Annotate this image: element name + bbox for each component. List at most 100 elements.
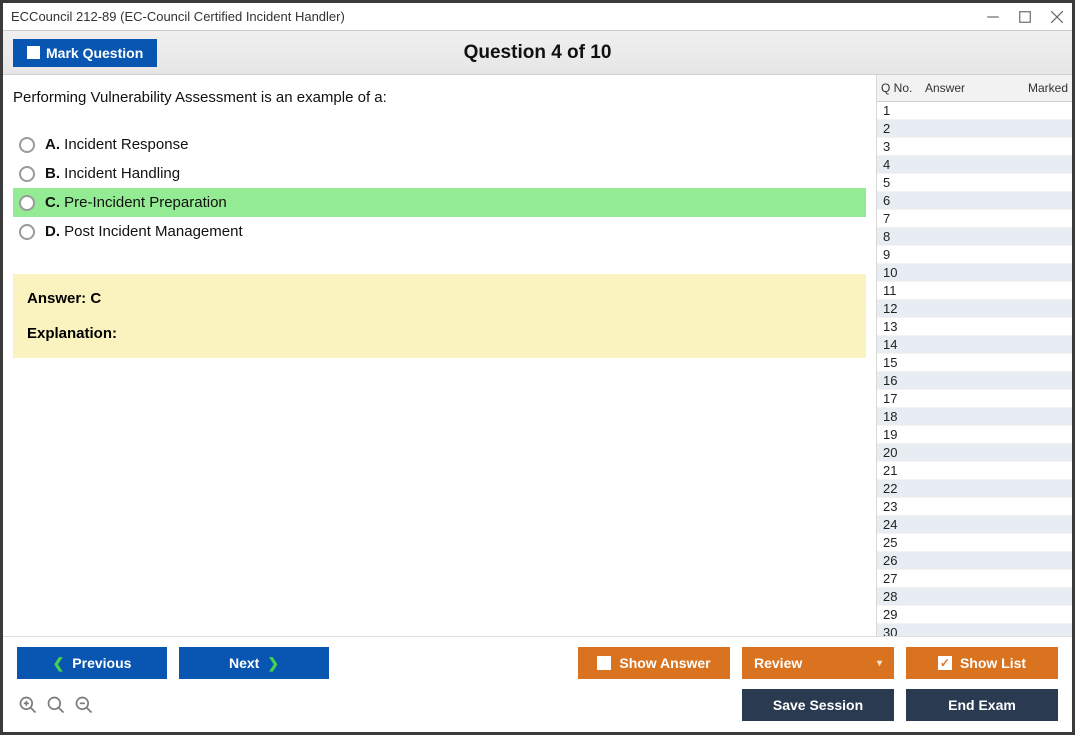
question-list-row[interactable]: 23 <box>877 498 1072 516</box>
save-session-label: Save Session <box>773 697 863 713</box>
footer-row-2: Save Session End Exam <box>17 689 1058 721</box>
question-list-row[interactable]: 10 <box>877 264 1072 282</box>
answer-text: B. Incident Handling <box>45 165 180 182</box>
row-qno: 26 <box>883 553 927 568</box>
mark-question-button[interactable]: Mark Question <box>13 39 157 67</box>
row-qno: 15 <box>883 355 927 370</box>
body: Performing Vulnerability Assessment is a… <box>3 75 1072 636</box>
question-list-row[interactable]: 6 <box>877 192 1072 210</box>
row-qno: 24 <box>883 517 927 532</box>
next-label: Next <box>229 655 259 671</box>
row-qno: 18 <box>883 409 927 424</box>
question-list-row[interactable]: 17 <box>877 390 1072 408</box>
row-qno: 27 <box>883 571 927 586</box>
col-qno: Q No. <box>881 81 925 95</box>
row-qno: 1 <box>883 103 927 118</box>
chevron-right-icon: ❯ <box>267 655 279 672</box>
row-qno: 25 <box>883 535 927 550</box>
question-list-body[interactable]: 1234567891011121314151617181920212223242… <box>877 102 1072 636</box>
question-list-row[interactable]: 13 <box>877 318 1072 336</box>
end-exam-button[interactable]: End Exam <box>906 689 1058 721</box>
question-list-row[interactable]: 21 <box>877 462 1072 480</box>
question-list-row[interactable]: 18 <box>877 408 1072 426</box>
question-list-header: Q No. Answer Marked <box>877 75 1072 102</box>
question-list-row[interactable]: 4 <box>877 156 1072 174</box>
row-qno: 29 <box>883 607 927 622</box>
zoom-out-icon[interactable] <box>73 694 95 716</box>
review-button[interactable]: Review ▾ <box>742 647 894 679</box>
explanation-label: Explanation: <box>27 325 852 342</box>
row-qno: 23 <box>883 499 927 514</box>
question-list-row[interactable]: 12 <box>877 300 1072 318</box>
answer-list: A. Incident Response B. Incident Handling… <box>13 130 866 246</box>
question-list-row[interactable]: 27 <box>877 570 1072 588</box>
question-list-row[interactable]: 29 <box>877 606 1072 624</box>
question-list-row[interactable]: 8 <box>877 228 1072 246</box>
checkbox-icon <box>597 656 611 670</box>
question-list-row[interactable]: 5 <box>877 174 1072 192</box>
question-list-row[interactable]: 26 <box>877 552 1072 570</box>
answer-text: D. Post Incident Management <box>45 223 243 240</box>
next-button[interactable]: Next ❯ <box>179 647 329 679</box>
previous-label: Previous <box>72 655 131 671</box>
checkbox-icon <box>27 46 40 59</box>
row-qno: 6 <box>883 193 927 208</box>
row-qno: 7 <box>883 211 927 226</box>
end-exam-label: End Exam <box>948 697 1016 713</box>
footer-row-1: ❮ Previous Next ❯ Show Answer Review ▾ ✓… <box>17 647 1058 679</box>
question-list-row[interactable]: 24 <box>877 516 1072 534</box>
close-icon[interactable] <box>1050 10 1064 24</box>
mark-question-label: Mark Question <box>46 45 143 61</box>
row-qno: 28 <box>883 589 927 604</box>
question-list-row[interactable]: 19 <box>877 426 1072 444</box>
show-answer-button[interactable]: Show Answer <box>578 647 730 679</box>
question-list-row[interactable]: 7 <box>877 210 1072 228</box>
question-list-row[interactable]: 1 <box>877 102 1072 120</box>
zoom-reset-icon[interactable] <box>45 694 67 716</box>
zoom-in-icon[interactable] <box>17 694 39 716</box>
zoom-controls <box>17 694 95 716</box>
question-list-row[interactable]: 9 <box>877 246 1072 264</box>
show-list-button[interactable]: ✓ Show List <box>906 647 1058 679</box>
answer-option[interactable]: B. Incident Handling <box>13 159 866 188</box>
row-qno: 14 <box>883 337 927 352</box>
answer-option[interactable]: D. Post Incident Management <box>13 217 866 246</box>
question-counter: Question 4 of 10 <box>464 42 612 64</box>
question-list-row[interactable]: 2 <box>877 120 1072 138</box>
row-qno: 12 <box>883 301 927 316</box>
row-qno: 19 <box>883 427 927 442</box>
question-list-row[interactable]: 16 <box>877 372 1072 390</box>
maximize-icon[interactable] <box>1018 10 1032 24</box>
question-list-row[interactable]: 20 <box>877 444 1072 462</box>
question-list-row[interactable]: 30 <box>877 624 1072 636</box>
caret-down-icon: ▾ <box>877 658 882 669</box>
question-list-row[interactable]: 3 <box>877 138 1072 156</box>
window-controls <box>986 10 1064 24</box>
answer-text: A. Incident Response <box>45 136 188 153</box>
footer: ❮ Previous Next ❯ Show Answer Review ▾ ✓… <box>3 636 1072 732</box>
answer-option[interactable]: C. Pre-Incident Preparation <box>13 188 866 217</box>
question-list-row[interactable]: 15 <box>877 354 1072 372</box>
question-list-row[interactable]: 25 <box>877 534 1072 552</box>
save-session-button[interactable]: Save Session <box>742 689 894 721</box>
toolbar: Mark Question Question 4 of 10 <box>3 31 1072 75</box>
main-panel: Performing Vulnerability Assessment is a… <box>3 75 876 636</box>
show-list-label: Show List <box>960 655 1026 671</box>
row-qno: 16 <box>883 373 927 388</box>
radio-icon <box>19 195 35 211</box>
row-qno: 17 <box>883 391 927 406</box>
checkbox-checked-icon: ✓ <box>938 656 952 670</box>
minimize-icon[interactable] <box>986 10 1000 24</box>
row-qno: 2 <box>883 121 927 136</box>
question-list-row[interactable]: 14 <box>877 336 1072 354</box>
question-list-row[interactable]: 11 <box>877 282 1072 300</box>
question-list-row[interactable]: 28 <box>877 588 1072 606</box>
previous-button[interactable]: ❮ Previous <box>17 647 167 679</box>
question-text: Performing Vulnerability Assessment is a… <box>13 89 866 106</box>
question-list-row[interactable]: 22 <box>877 480 1072 498</box>
review-label: Review <box>754 655 802 671</box>
show-answer-label: Show Answer <box>619 655 710 671</box>
answer-option[interactable]: A. Incident Response <box>13 130 866 159</box>
row-qno: 11 <box>883 283 927 298</box>
row-qno: 3 <box>883 139 927 154</box>
